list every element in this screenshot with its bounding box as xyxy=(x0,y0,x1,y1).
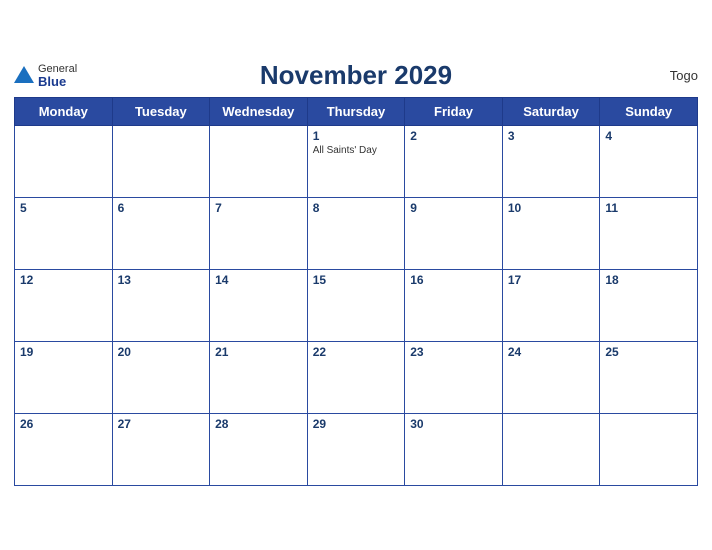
day-event: All Saints' Day xyxy=(313,145,400,156)
brand-blue-text: Blue xyxy=(38,75,77,88)
calendar-cell xyxy=(502,414,600,486)
brand-logo-area: General Blue xyxy=(14,63,77,88)
calendar-cell: 20 xyxy=(112,342,210,414)
day-number: 21 xyxy=(215,345,302,359)
weekday-header-monday: Monday xyxy=(15,98,113,126)
day-number: 24 xyxy=(508,345,595,359)
day-number: 22 xyxy=(313,345,400,359)
calendar-cell: 28 xyxy=(210,414,308,486)
country-label: Togo xyxy=(670,68,698,83)
calendar-container: General Blue November 2029 Togo MondayTu… xyxy=(0,50,712,500)
calendar-cell: 30 xyxy=(405,414,503,486)
calendar-cell: 10 xyxy=(502,198,600,270)
weekday-header-friday: Friday xyxy=(405,98,503,126)
day-number: 19 xyxy=(20,345,107,359)
day-number: 28 xyxy=(215,417,302,431)
calendar-cell: 15 xyxy=(307,270,405,342)
calendar-cell xyxy=(600,414,698,486)
day-number: 27 xyxy=(118,417,205,431)
calendar-cell: 9 xyxy=(405,198,503,270)
day-number: 23 xyxy=(410,345,497,359)
calendar-cell: 6 xyxy=(112,198,210,270)
day-number: 18 xyxy=(605,273,692,287)
calendar-cell: 29 xyxy=(307,414,405,486)
calendar-week-row: 1 All Saints' Day 234 xyxy=(15,126,698,198)
calendar-cell: 5 xyxy=(15,198,113,270)
calendar-cell: 19 xyxy=(15,342,113,414)
day-number: 30 xyxy=(410,417,497,431)
calendar-cell: 24 xyxy=(502,342,600,414)
brand-triangle-icon xyxy=(14,66,34,83)
day-number: 12 xyxy=(20,273,107,287)
day-number: 29 xyxy=(313,417,400,431)
calendar-header: General Blue November 2029 Togo xyxy=(14,60,698,91)
weekday-header-thursday: Thursday xyxy=(307,98,405,126)
calendar-cell: 23 xyxy=(405,342,503,414)
calendar-cell: 21 xyxy=(210,342,308,414)
weekday-header-row: MondayTuesdayWednesdayThursdayFridaySatu… xyxy=(15,98,698,126)
calendar-title: November 2029 xyxy=(14,60,698,91)
calendar-cell: 3 xyxy=(502,126,600,198)
calendar-week-row: 56789 10 11 xyxy=(15,198,698,270)
calendar-cell: 25 xyxy=(600,342,698,414)
calendar-cell: 12 xyxy=(15,270,113,342)
day-number: 14 xyxy=(215,273,302,287)
calendar-cell: 27 xyxy=(112,414,210,486)
weekday-header-sunday: Sunday xyxy=(600,98,698,126)
day-number: 6 xyxy=(118,201,205,215)
day-number: 3 xyxy=(508,129,595,143)
calendar-cell: 8 xyxy=(307,198,405,270)
day-number: 15 xyxy=(313,273,400,287)
calendar-cell: 18 xyxy=(600,270,698,342)
calendar-cell: 17 xyxy=(502,270,600,342)
calendar-cell: 4 xyxy=(600,126,698,198)
calendar-week-row: 19 20 21 22 23 24 25 xyxy=(15,342,698,414)
calendar-cell xyxy=(15,126,113,198)
calendar-cell xyxy=(112,126,210,198)
day-number: 7 xyxy=(215,201,302,215)
calendar-cell xyxy=(210,126,308,198)
day-number: 9 xyxy=(410,201,497,215)
calendar-cell: 2 xyxy=(405,126,503,198)
calendar-cell: 7 xyxy=(210,198,308,270)
day-number: 17 xyxy=(508,273,595,287)
day-number: 8 xyxy=(313,201,400,215)
calendar-cell: 22 xyxy=(307,342,405,414)
calendar-table: MondayTuesdayWednesdayThursdayFridaySatu… xyxy=(14,97,698,486)
day-number: 20 xyxy=(118,345,205,359)
weekday-header-tuesday: Tuesday xyxy=(112,98,210,126)
day-number: 2 xyxy=(410,129,497,143)
day-number: 4 xyxy=(605,129,692,143)
day-number: 11 xyxy=(605,201,692,215)
calendar-week-row: 12 13 14 15 16 17 18 xyxy=(15,270,698,342)
weekday-header-saturday: Saturday xyxy=(502,98,600,126)
calendar-cell: 1 All Saints' Day xyxy=(307,126,405,198)
day-number: 26 xyxy=(20,417,107,431)
calendar-cell: 16 xyxy=(405,270,503,342)
day-number: 5 xyxy=(20,201,107,215)
day-number: 16 xyxy=(410,273,497,287)
day-number: 13 xyxy=(118,273,205,287)
calendar-cell: 26 xyxy=(15,414,113,486)
calendar-week-row: 26 27 28 29 30 xyxy=(15,414,698,486)
calendar-cell: 14 xyxy=(210,270,308,342)
weekday-header-wednesday: Wednesday xyxy=(210,98,308,126)
calendar-cell: 13 xyxy=(112,270,210,342)
day-number: 10 xyxy=(508,201,595,215)
calendar-cell: 11 xyxy=(600,198,698,270)
day-number: 1 xyxy=(313,129,400,143)
day-number: 25 xyxy=(605,345,692,359)
